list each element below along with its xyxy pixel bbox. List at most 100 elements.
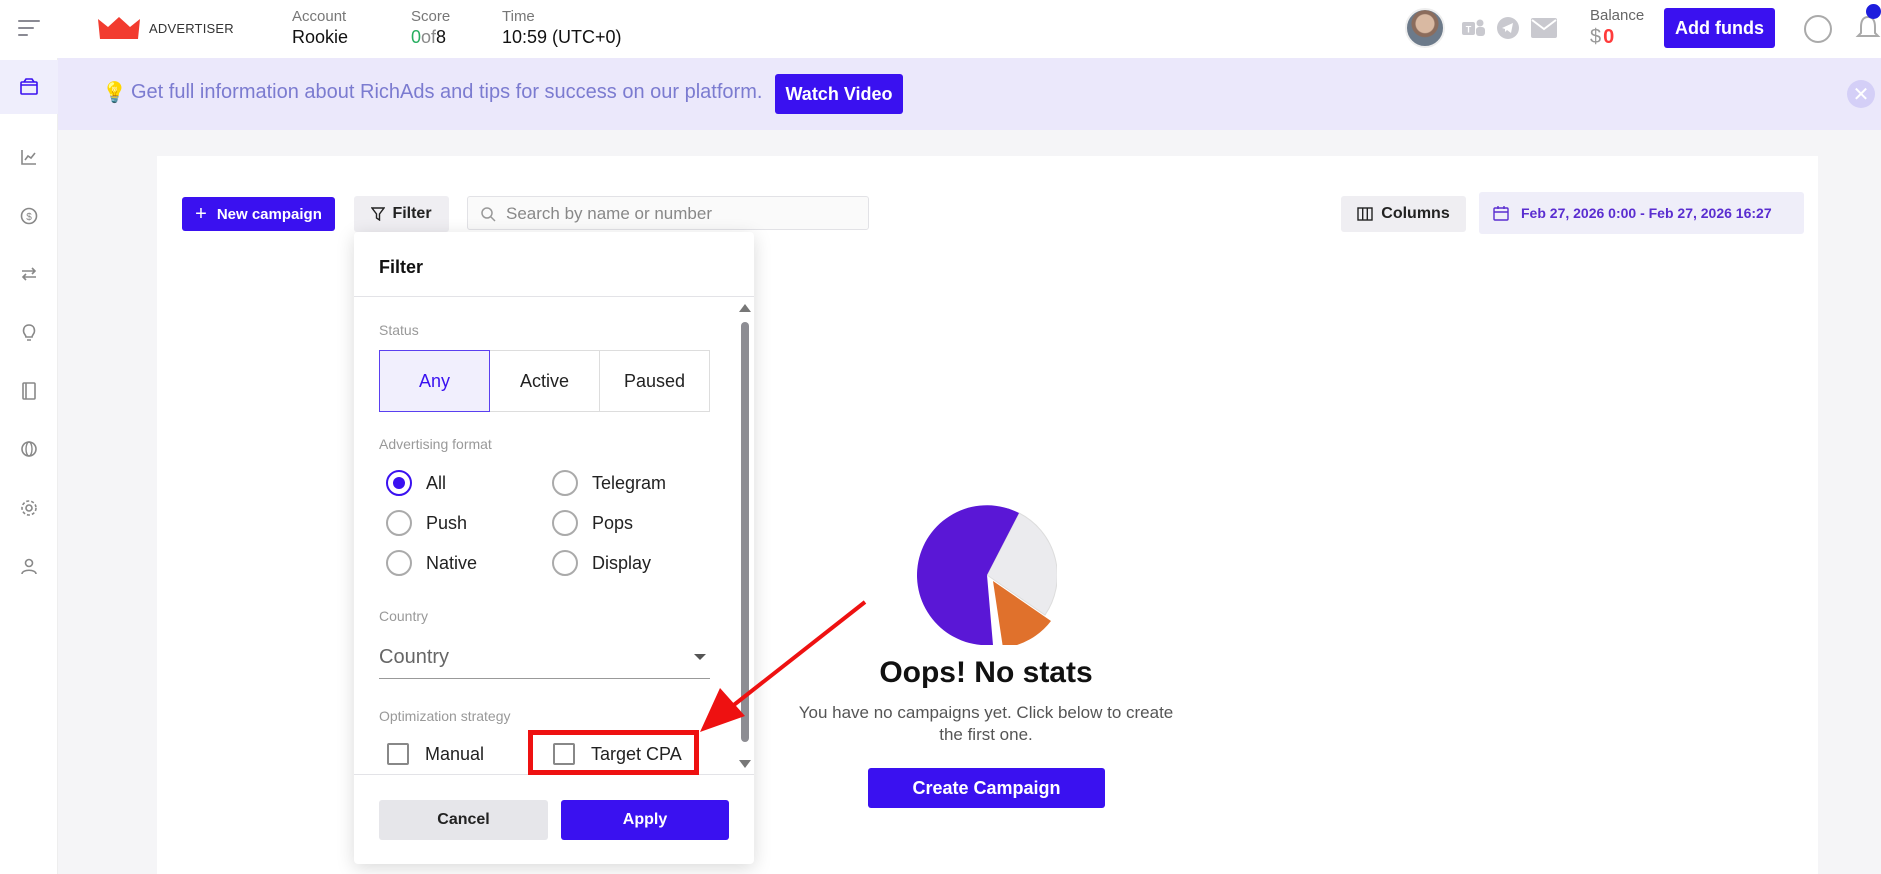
profile-icon [21,558,37,575]
avatar[interactable] [1405,8,1445,48]
telegram-icon[interactable] [1494,15,1522,41]
radio-checked-icon [386,470,412,496]
optimization-checkbox-manual[interactable]: Manual [387,743,484,765]
account-block: Account Rookie [292,8,348,48]
new-campaign-label: New campaign [216,205,322,223]
scroll-up-arrow-icon[interactable] [739,304,751,312]
checkbox-icon [387,743,409,765]
format-radio-pops[interactable]: Pops [552,510,633,536]
status-option-any[interactable]: Any [379,350,490,412]
radio-unchecked-icon [552,470,578,496]
score-current: 0 [411,27,422,47]
cancel-button[interactable]: Cancel [379,800,548,840]
crown-logo-icon[interactable] [98,17,140,39]
lightbulb-icon: 💡 [102,82,127,104]
account-value: Rookie [292,27,349,47]
lightbulb-icon [22,324,36,341]
balance-currency: $ [1590,26,1602,48]
watch-video-button[interactable]: Watch Video [775,74,903,114]
svg-text:$: $ [26,212,32,223]
score-value: 0of8 [411,27,450,48]
format-radio-native[interactable]: Native [386,550,477,576]
sidebar-item-transfers[interactable] [0,247,58,301]
status-option-paused[interactable]: Paused [599,350,710,412]
sidebar-item-tips[interactable] [0,306,58,360]
dollar-icon: $ [20,207,38,225]
user-account-icon[interactable] [1804,15,1832,43]
format-radio-display[interactable]: Display [552,550,651,576]
optimization-section-label: Optimization strategy [379,708,511,724]
sidebar-item-profile[interactable] [0,539,58,593]
search-icon [481,207,496,222]
search-input[interactable] [506,203,856,225]
format-label-native: Native [426,552,478,573]
filter-button[interactable]: Filter [354,196,449,232]
status-option-active[interactable]: Active [489,350,600,412]
gear-icon [21,500,37,516]
date-range-picker[interactable]: Feb 27, 2026 0:00 - Feb 27, 2026 16:27 [1479,192,1804,234]
account-label: Account [292,8,347,25]
radio-unchecked-icon [552,510,578,536]
notification-bell-icon[interactable] [1855,14,1881,42]
sidebar-item-finance[interactable]: $ [0,189,58,243]
balance-amount: 0 [1603,26,1615,48]
banner-text: Get full information about RichAds and t… [131,81,763,103]
divider [354,296,754,297]
calendar-icon [1493,206,1509,221]
radio-unchecked-icon [386,510,412,536]
empty-stats-pie-illustration [917,505,1057,645]
campaigns-icon [20,78,38,95]
score-of: of [421,27,437,47]
globe-icon [21,441,37,457]
filter-label: Filter [392,205,432,222]
format-label-pops: Pops [592,512,634,533]
score-label: Score [411,8,451,25]
create-campaign-button[interactable]: Create Campaign [868,768,1105,808]
new-campaign-button[interactable]: + New campaign [182,197,335,231]
close-icon[interactable]: ✕ [1847,80,1875,108]
sidebar-item-settings[interactable] [0,481,58,535]
balance-value: $0 [1590,26,1614,49]
plus-icon: + [195,202,207,225]
format-radio-push[interactable]: Push [386,510,467,536]
add-funds-button[interactable]: Add funds [1664,8,1775,48]
sidebar-item-statistics[interactable] [0,130,58,184]
format-label-push: Push [426,512,468,533]
sidebar: $ [0,58,58,874]
country-section-label: Country [379,608,429,624]
format-label-display: Display [592,552,652,573]
format-radio-all[interactable]: All [386,470,446,496]
notification-badge [1866,4,1881,19]
sidebar-item-knowledge[interactable] [0,364,58,418]
transfer-icon [21,267,37,281]
menu-icon[interactable] [18,20,40,38]
country-select[interactable]: Country [379,637,710,679]
date-range-value: Feb 27, 2026 0:00 - Feb 27, 2026 16:27 [1521,205,1772,221]
status-section-label: Status [379,322,419,338]
time-value: 10:59 (UTC+0) [502,27,622,47]
format-label-telegram: Telegram [592,472,667,493]
sidebar-item-geo[interactable] [0,422,58,476]
format-label-all: All [426,472,447,493]
sidebar-item-campaigns[interactable] [0,60,58,114]
radio-unchecked-icon [552,550,578,576]
score-block: Score 0of8 [411,8,450,48]
svg-text:T: T [1466,25,1472,35]
format-section-label: Advertising format [379,436,492,452]
teams-icon[interactable]: T [1459,15,1487,41]
book-icon [22,382,36,400]
columns-icon [1357,207,1373,221]
time-label: Time [502,8,535,25]
mail-icon[interactable] [1530,15,1558,41]
apply-button[interactable]: Apply [561,800,729,840]
format-radio-telegram[interactable]: Telegram [552,470,666,496]
info-banner: 💡 Get full information about RichAds and… [58,58,1881,130]
top-header: ADVERTISER Account Rookie Score 0of8 Tim… [0,0,1881,58]
status-segmented-control: Any Active Paused [379,350,710,412]
score-total: 8 [436,27,447,47]
scroll-down-arrow-icon[interactable] [739,760,751,768]
balance-label: Balance [1590,7,1645,24]
columns-button[interactable]: Columns [1341,196,1466,232]
search-box [467,196,869,230]
funnel-icon [371,207,386,221]
